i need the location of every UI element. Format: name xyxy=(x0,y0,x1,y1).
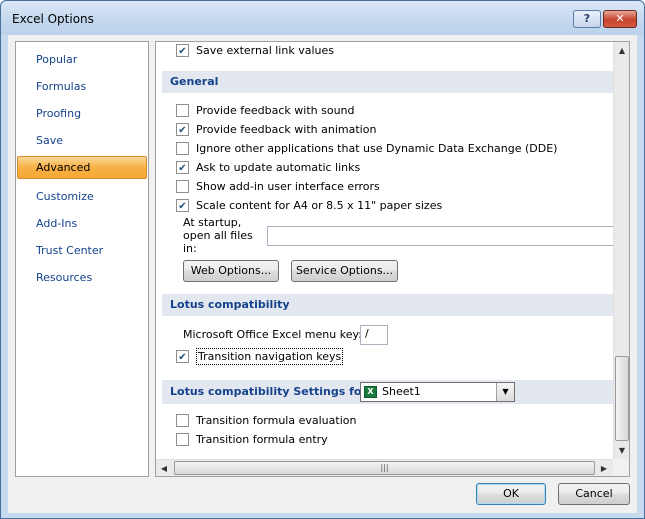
section-header-general: General xyxy=(162,71,613,93)
option-label: Provide feedback with animation xyxy=(196,123,377,136)
checkbox[interactable] xyxy=(176,104,189,117)
checkbox[interactable] xyxy=(176,142,189,155)
advanced-options-pane: Save external link values General Provid… xyxy=(155,41,630,477)
menu-key-input[interactable]: / xyxy=(360,325,388,345)
ok-button[interactable]: OK xyxy=(476,483,546,505)
checkbox[interactable] xyxy=(176,199,189,212)
excel-options-dialog: Excel Options ? ✕ Popular Formulas Proof… xyxy=(0,0,645,519)
nav-item-resources[interactable]: Resources xyxy=(18,266,146,289)
checkbox[interactable] xyxy=(176,414,189,427)
option-label: Transition navigation keys xyxy=(196,348,344,365)
checkbox[interactable] xyxy=(176,180,189,193)
section-header-lotus: Lotus compatibility xyxy=(162,294,613,316)
option-label: Provide feedback with sound xyxy=(196,104,355,117)
startup-label-line2: open all files xyxy=(183,229,253,242)
horizontal-scrollbar[interactable]: ◀ ||| ▶ xyxy=(156,459,613,476)
service-options-button[interactable]: Service Options... xyxy=(291,260,398,282)
option-label: Ignore other applications that use Dynam… xyxy=(196,142,558,155)
scrollbar-corner xyxy=(613,459,629,476)
sheet-dropdown-value: Sheet1 xyxy=(382,385,421,398)
nav-item-add-ins[interactable]: Add-Ins xyxy=(18,212,146,235)
startup-label-line1: At startup, xyxy=(183,216,242,229)
nav-item-customize[interactable]: Customize xyxy=(18,185,146,208)
web-options-button[interactable]: Web Options... xyxy=(183,260,279,282)
nav-item-advanced[interactable]: Advanced xyxy=(17,156,147,179)
worksheet-icon: X xyxy=(364,386,377,398)
chevron-down-icon[interactable]: ▼ xyxy=(496,383,514,401)
startup-label-line3: in: xyxy=(183,242,197,255)
option-label: Transition formula entry xyxy=(196,433,328,446)
vertical-scrollbar[interactable]: ▲ ▼ xyxy=(613,42,629,459)
category-nav: Popular Formulas Proofing Save Advanced … xyxy=(15,41,149,477)
nav-item-trust-center[interactable]: Trust Center xyxy=(18,239,146,262)
nav-item-popular[interactable]: Popular xyxy=(18,48,146,71)
scroll-left-icon[interactable]: ◀ xyxy=(156,460,172,476)
checkbox[interactable] xyxy=(176,433,189,446)
checkbox[interactable] xyxy=(176,161,189,174)
horizontal-scroll-thumb[interactable]: ||| xyxy=(174,461,595,475)
menu-key-label: Microsoft Office Excel menu key: xyxy=(183,328,362,341)
nav-item-save[interactable]: Save xyxy=(18,129,146,152)
help-button[interactable]: ? xyxy=(573,10,601,28)
vertical-scroll-thumb[interactable] xyxy=(615,356,629,441)
option-label: Show add-in user interface errors xyxy=(196,180,380,193)
startup-folder-input[interactable] xyxy=(267,226,613,246)
options-scroll-area: Save external link values General Provid… xyxy=(156,42,613,459)
checkbox[interactable] xyxy=(176,123,189,136)
cancel-button[interactable]: Cancel xyxy=(558,483,630,505)
option-label: Scale content for A4 or 8.5 x 11" paper … xyxy=(196,199,443,212)
scroll-down-icon[interactable]: ▼ xyxy=(614,442,629,459)
title-bar: Excel Options ? ✕ xyxy=(1,1,644,35)
option-label: Transition formula evaluation xyxy=(196,414,357,427)
window-title: Excel Options xyxy=(12,12,94,26)
checkbox[interactable] xyxy=(176,44,189,57)
checkbox[interactable] xyxy=(176,350,189,363)
option-label: Save external link values xyxy=(196,44,334,57)
option-label: Ask to update automatic links xyxy=(196,161,361,174)
dialog-client: Popular Formulas Proofing Save Advanced … xyxy=(8,35,637,513)
scroll-up-icon[interactable]: ▲ xyxy=(614,42,629,59)
nav-item-proofing[interactable]: Proofing xyxy=(18,102,146,125)
scroll-right-icon[interactable]: ▶ xyxy=(596,460,612,476)
nav-item-formulas[interactable]: Formulas xyxy=(18,75,146,98)
sheet-dropdown[interactable]: X Sheet1 ▼ xyxy=(360,382,515,402)
close-button[interactable]: ✕ xyxy=(603,10,637,28)
